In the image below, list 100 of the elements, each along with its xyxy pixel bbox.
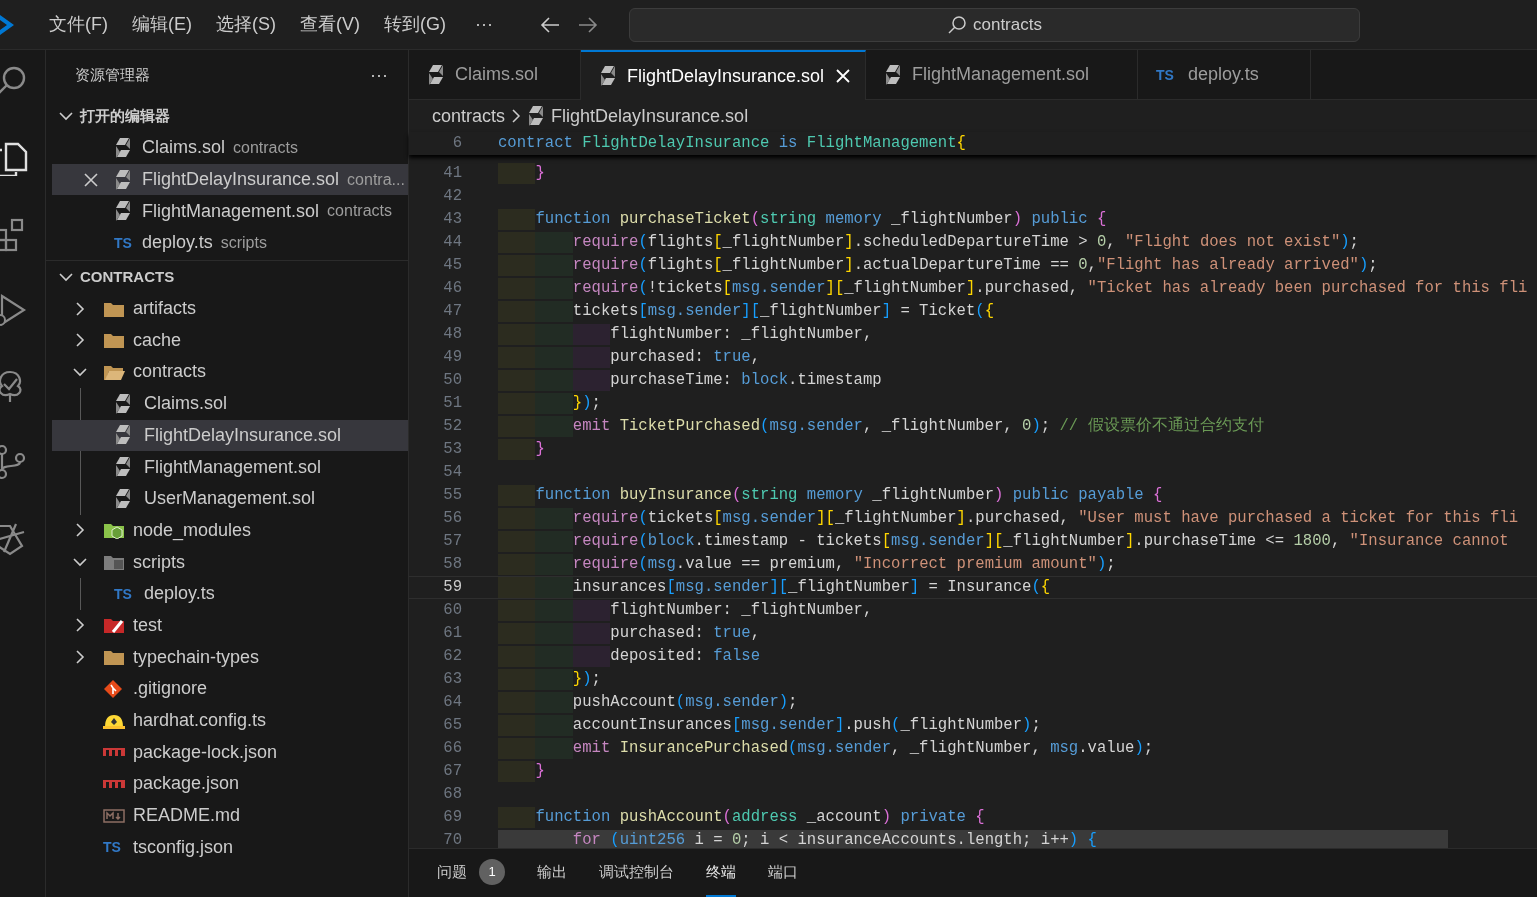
code-line: function purchaseTicket(string memory _flightNumber) public { xyxy=(534,209,1107,230)
diamond-file-icon xyxy=(114,200,132,223)
diamond-file-icon xyxy=(114,168,132,191)
source-control-icon[interactable] xyxy=(0,444,28,480)
more-actions[interactable]: ··· xyxy=(370,61,388,89)
tree-item[interactable]: FlightDelayInsurance.sol xyxy=(52,419,408,452)
markdown-icon xyxy=(103,808,125,823)
diamond-file-icon xyxy=(114,424,132,447)
code-line: emit InsurancePurchased(msg.sender, _flightNumber, msg.value); xyxy=(571,738,1154,759)
diamond-file-icon xyxy=(114,487,132,510)
ts-file-icon: TS xyxy=(1156,67,1178,82)
open-editor-item[interactable]: FlightDelayInsurance.sol contra... xyxy=(52,163,408,196)
line-number: 65 xyxy=(443,715,462,736)
folder-icon xyxy=(103,648,125,667)
tree-item[interactable]: TS deploy.ts xyxy=(52,577,408,610)
panel-tab[interactable]: 问题 1 xyxy=(437,849,505,897)
line-number: 52 xyxy=(443,416,462,437)
menu-item[interactable]: 查看(V) xyxy=(289,7,371,42)
tree-item[interactable]: package.json xyxy=(52,768,408,800)
chevron-right-icon xyxy=(511,108,522,124)
more-menu[interactable]: ··· xyxy=(467,11,501,38)
code-line: require(block.timestamp - tickets[msg.sender][_flightNumber].purchaseTime <= 1800, "Insurance cannot xyxy=(571,531,1509,552)
diamond-file-icon xyxy=(599,65,617,87)
tree-item[interactable]: README.md xyxy=(52,799,408,832)
code-line: function buyInsurance(string memory _flightNumber) public payable { xyxy=(534,485,1163,506)
tree-item[interactable]: hardhat.config.ts xyxy=(52,704,408,737)
code-line: require(flights[_flightNumber].actualDepartureTime == 0,"Flight has already arrived"); xyxy=(571,255,1378,276)
ts-file-icon: TS xyxy=(114,586,136,601)
line-number: 64 xyxy=(443,692,462,713)
editor-tab[interactable]: FlightDelayInsurance.sol xyxy=(581,50,866,100)
line-number: 44 xyxy=(443,232,462,253)
section-header[interactable]: 打开的编辑器 xyxy=(52,100,408,132)
code-line: flightNumber: _flightNumber, xyxy=(609,324,873,345)
line-number: 61 xyxy=(443,623,462,644)
line-number: 62 xyxy=(443,646,462,667)
panel-tab[interactable]: 输出 xyxy=(537,849,567,897)
code-line: function pushAccount(address _account) private { xyxy=(534,807,985,828)
tree-item[interactable]: Claims.sol xyxy=(52,387,408,420)
search-box[interactable]: contracts xyxy=(628,7,1360,42)
code-line: flightNumber: _flightNumber, xyxy=(609,600,873,621)
line-number: 47 xyxy=(443,301,462,322)
code-line: insurances[msg.sender][_flightNumber] = Insurance({ xyxy=(571,577,1051,598)
line-number: 70 xyxy=(443,830,462,848)
line-number: 53 xyxy=(443,439,462,460)
tree-item[interactable]: contracts xyxy=(52,356,408,388)
breadcrumb-item[interactable]: FlightDelayInsurance.sol xyxy=(551,102,749,130)
tree-item[interactable]: scripts xyxy=(52,546,408,578)
code-line: }); xyxy=(571,393,601,414)
close-icon xyxy=(836,69,851,83)
panel-tab[interactable]: 端口 xyxy=(768,849,798,897)
tree-item[interactable]: TS tsconfig.json xyxy=(52,831,408,864)
code-line: purchased: true, xyxy=(609,347,761,368)
editor-tab[interactable]: FlightManagement.sol xyxy=(866,50,1138,100)
code-line: purchased: true, xyxy=(609,623,761,644)
npm-icon xyxy=(103,778,125,789)
node-folder-icon xyxy=(103,521,125,540)
tree-item[interactable]: FlightManagement.sol xyxy=(52,451,408,483)
menu-item[interactable]: 选择(S) xyxy=(205,7,287,42)
code-line: require(!tickets[msg.sender][_flightNumber].purchased, "Ticket has already been purchased for this fli xyxy=(571,278,1528,299)
run-debug-icon[interactable] xyxy=(0,292,28,328)
git-icon xyxy=(103,678,123,699)
test-folder-icon xyxy=(103,616,125,635)
editor-tab[interactable]: TS deploy.ts xyxy=(1138,50,1311,100)
code-line: purchaseTime: block.timestamp xyxy=(609,370,882,391)
open-editor-item[interactable]: FlightManagement.sol contracts xyxy=(52,195,408,228)
tree-item[interactable]: test xyxy=(52,609,408,642)
section-header[interactable]: CONTRACTS xyxy=(52,260,408,293)
line-number: 55 xyxy=(443,485,462,506)
line-number: 41 xyxy=(443,163,462,184)
code-line: }); xyxy=(571,669,601,690)
code-line: require(flights[_flightNumber].scheduledDepartureTime > 0, "Flight does not exist"); xyxy=(571,232,1359,253)
line-number: 59 xyxy=(443,577,462,598)
code-line: tickets[msg.sender][_flightNumber] = Ticket({ xyxy=(571,301,994,322)
tree-item[interactable]: cache xyxy=(52,324,408,357)
files-icon[interactable] xyxy=(0,140,28,176)
close-icon xyxy=(84,172,98,187)
tree-item[interactable]: package-lock.json xyxy=(52,736,408,769)
line-number: 68 xyxy=(443,784,462,805)
tree-item[interactable]: node_modules xyxy=(52,514,408,547)
code-line: } xyxy=(534,761,545,782)
code-line: } xyxy=(534,163,545,184)
editor-tab[interactable]: Claims.sol xyxy=(409,50,581,100)
line-number: 69 xyxy=(443,807,462,828)
menu-item[interactable]: 编辑(E) xyxy=(121,7,203,42)
open-editor-item[interactable]: Claims.sol contracts xyxy=(52,132,408,164)
open-editor-item[interactable]: TS deploy.ts scripts xyxy=(52,227,408,259)
panel-tab[interactable]: 调试控制台 xyxy=(599,849,674,897)
tree-item[interactable]: UserManagement.sol xyxy=(52,482,408,515)
breadcrumb-item[interactable]: contracts xyxy=(432,102,506,130)
tree-item[interactable]: .gitignore xyxy=(52,673,408,705)
line-number: 60 xyxy=(443,600,462,621)
menu-item[interactable]: 转到(G) xyxy=(373,7,457,42)
tree-item[interactable]: artifacts xyxy=(52,292,408,325)
menu-item[interactable]: 文件(F) xyxy=(38,7,119,42)
code-line: emit TicketPurchased(msg.sender, _flightNumber, 0); // 假设票价不通过合约支付 xyxy=(571,415,1264,437)
line-number: 54 xyxy=(443,462,462,483)
line-number: 42 xyxy=(443,186,462,207)
line-number: 67 xyxy=(443,761,462,782)
panel-tab[interactable]: 终端 xyxy=(706,849,736,897)
tree-item[interactable]: typechain-types xyxy=(52,641,408,673)
